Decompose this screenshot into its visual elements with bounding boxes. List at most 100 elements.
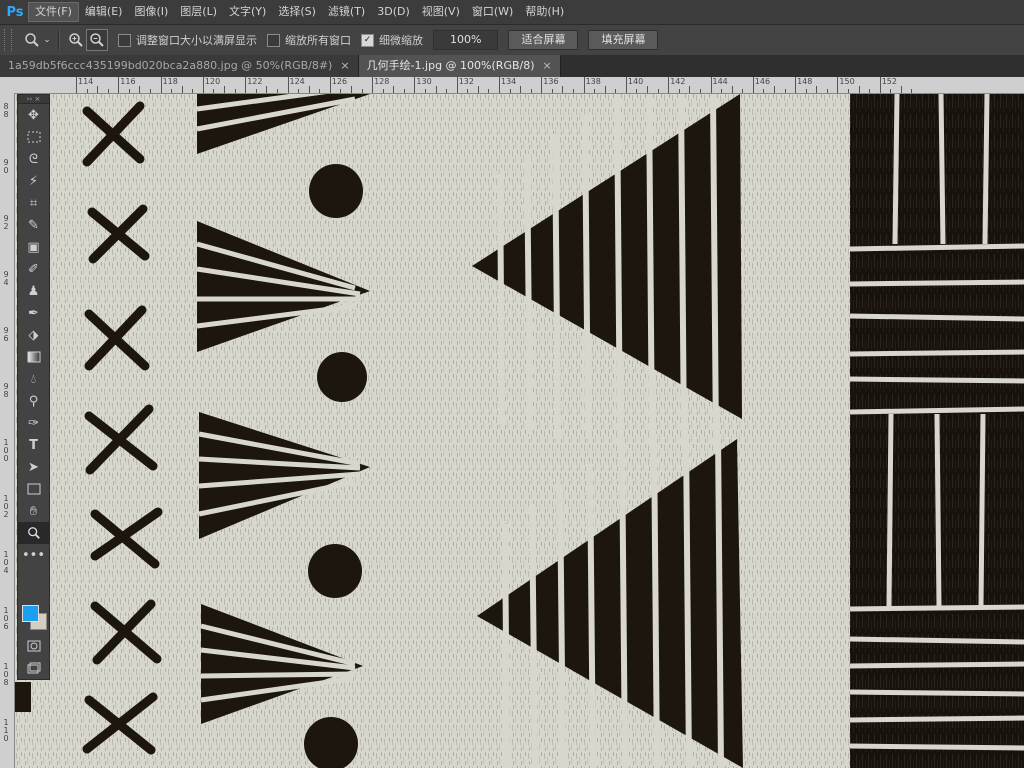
close-icon[interactable]: × [340,55,349,77]
ruler-left-label: 102 [3,494,9,519]
ruler-top-minor-tick [488,89,490,93]
ruler-top-label: 114 [78,77,94,86]
options-grip[interactable] [4,29,12,51]
document-canvas[interactable] [15,94,1024,768]
menu-image[interactable]: 图像(I) [128,3,174,21]
marquee-icon [27,131,40,143]
type-icon: T [29,437,38,453]
hand-tool[interactable]: ✋︎ [18,500,49,522]
ruler-top-label: 148 [797,77,813,86]
zoom-all-checkbox[interactable] [267,33,280,47]
toolbox-header[interactable]: ›› × [18,95,49,104]
pen-tool[interactable]: ✑ [18,412,49,434]
menu-filter[interactable]: 滤镜(T) [322,3,371,21]
quick-mask-button[interactable] [18,635,49,657]
move-tool[interactable]: ✥ [18,104,49,126]
droplet-icon: 💧︎ [30,371,37,387]
close-icon[interactable]: × [543,55,552,77]
resize-window-checkbox[interactable] [118,33,131,47]
ruler-left-label: 92 [3,214,9,231]
ruler-top-minor-tick [678,89,680,93]
menu-3d[interactable]: 3D(D) [371,3,416,21]
rectangle-icon [27,483,40,495]
lasso-tool[interactable]: ᘓ [18,148,49,170]
eyedropper-tool[interactable]: ✎ [18,214,49,236]
ruler-left-label: 100 [3,438,9,463]
ruler-top-minor-tick [520,86,522,93]
ruler-top-minor-tick [869,89,871,93]
ellipsis-icon: ••• [21,547,45,563]
fill-screen-button[interactable]: 填充屏幕 [588,30,659,50]
eraser-tool[interactable]: ⬗ [18,324,49,346]
ruler-top-minor-tick [763,89,765,93]
ruler-top-minor-tick [477,86,479,93]
screen-mode-button[interactable] [18,657,49,679]
ruler-top-minor-tick [826,89,828,93]
healing-brush-tool[interactable]: ▣ [18,236,49,258]
ruler-top-minor-tick [773,86,775,93]
magic-wand-tool[interactable]: ⚡ [18,170,49,192]
ruler-top-minor-tick [731,86,733,93]
menu-layer[interactable]: 图层(L) [174,3,223,21]
zoom-tool-preset[interactable]: ⌄ [22,30,52,50]
magic-wand-icon: ⚡ [28,173,39,189]
more-tools[interactable]: ••• [18,544,49,566]
stamp-icon: ♟ [27,283,40,299]
ruler-top-minor-tick [911,89,913,93]
rectangle-tool[interactable] [18,478,49,500]
type-tool[interactable]: T [18,434,49,456]
path-selection-tool[interactable]: ➤ [18,456,49,478]
ruler-top-minor-tick [86,89,88,93]
ruler-top-tick [541,77,543,93]
options-bar: ⌄ 调整窗口大小以满屏显示 缩放所有窗口 ✓ 细微缩放 100% 适合屏幕 填充… [0,24,1024,56]
tab-document-2[interactable]: 几何手绘-1.jpg @ 100%(RGB/8) × [358,55,561,77]
marquee-tool[interactable] [18,126,49,148]
ruler-top-tick [160,77,162,93]
blur-tool[interactable]: 💧︎ [18,368,49,390]
clone-stamp-tool[interactable]: ♟ [18,280,49,302]
crop-tool[interactable]: ⌗ [18,192,49,214]
foreground-color-swatch[interactable] [22,605,39,622]
ruler-top-label: 142 [670,77,686,86]
tab-title: 几何手绘-1.jpg @ 100%(RGB/8) [366,59,535,72]
dodge-icon: ⚲ [28,393,39,409]
ruler-top-minor-tick [657,89,659,93]
photoshop-logo: Ps [6,4,24,20]
ruler-top-tick [456,77,458,93]
ruler-top-minor-tick [319,89,321,93]
ruler-top-minor-tick [858,86,860,93]
tab-document-1[interactable]: 1a59db5f6ccc435199bd020bca2a880.jpg @ 50… [0,55,359,77]
ruler-left-label: 88 [3,102,9,119]
menu-window[interactable]: 窗口(W) [466,3,519,21]
resize-window-label: 调整窗口大小以满屏显示 [136,34,257,47]
brush-tool[interactable]: ✐ [18,258,49,280]
gradient-tool[interactable] [18,346,49,368]
ruler-top-minor-tick [647,86,649,93]
menu-select[interactable]: 选择(S) [272,3,322,21]
zoom-out-icon[interactable] [86,29,108,51]
fit-screen-button[interactable]: 适合屏幕 [508,30,579,50]
ruler-left[interactable]: 88 90 92 94 96 98 100 102 104 106 108 110 [0,93,15,768]
ruler-top-label: 132 [458,77,474,86]
ruler-top-minor-tick [467,89,469,93]
hand-icon: ✋︎ [29,503,38,519]
zoom-100-button[interactable]: 100% [433,30,499,50]
menu-edit[interactable]: 编辑(E) [79,3,129,21]
menu-type[interactable]: 文字(Y) [223,3,272,21]
ruler-corner[interactable] [0,77,15,94]
brush-icon: ✐ [28,261,39,277]
zoom-tool[interactable] [18,522,49,544]
ruler-top-tick [76,77,77,93]
ruler-top-tick [668,77,670,93]
history-brush-tool[interactable]: ✒ [18,302,49,324]
scrubby-zoom-checkbox[interactable]: ✓ [361,33,374,47]
menu-file[interactable]: 文件(F) [28,2,79,22]
menu-help[interactable]: 帮助(H) [519,3,570,21]
ruler-top-tick [414,77,416,93]
dodge-tool[interactable]: ⚲ [18,390,49,412]
zoom-in-icon[interactable] [66,30,86,50]
ruler-top[interactable]: 114 116 118 120 122 124 126 128 130 132 134 136 138 1… [14,77,1024,94]
scrubby-zoom-label: 细微缩放 [379,34,423,47]
ruler-top-tick [329,77,331,93]
menu-view[interactable]: 视图(V) [416,3,466,21]
